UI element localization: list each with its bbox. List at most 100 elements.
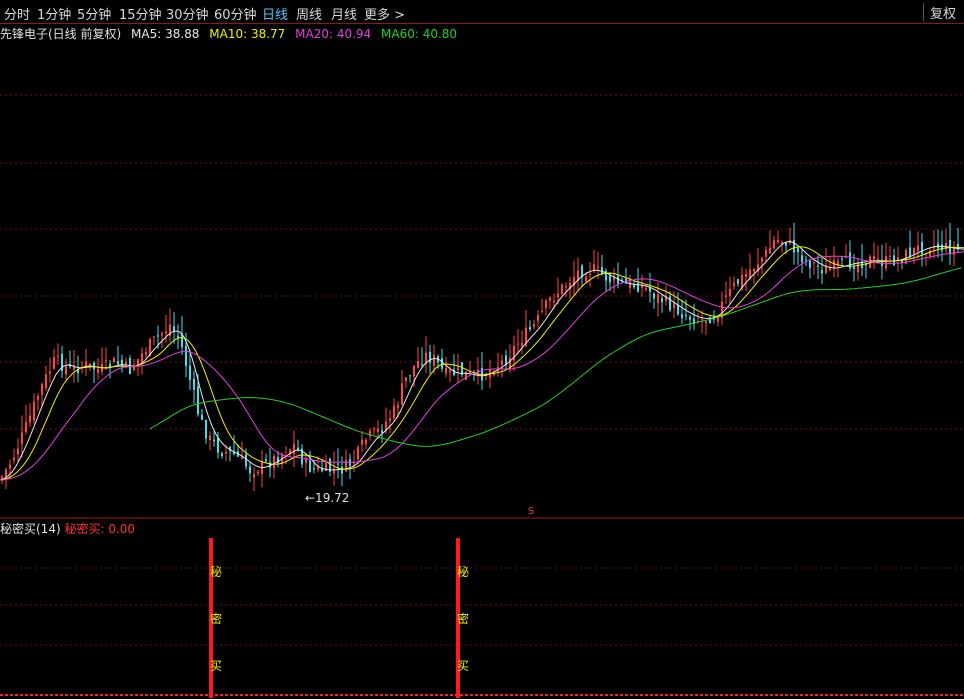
- candle-body: [669, 296, 671, 311]
- candle-body: [581, 265, 583, 277]
- candle-body: [165, 331, 167, 334]
- candle-body: [141, 353, 143, 362]
- candle-body: [421, 363, 423, 365]
- kline-chart[interactable]: [0, 0, 964, 699]
- candle-body: [629, 281, 631, 289]
- candle-body: [109, 363, 111, 367]
- candle-body: [85, 361, 87, 366]
- candle-body: [465, 371, 467, 380]
- candle-body: [293, 443, 295, 455]
- candle-body: [105, 360, 107, 362]
- candle-body: [529, 327, 531, 330]
- candle-body: [381, 430, 383, 433]
- candle-body: [401, 383, 403, 405]
- candle-body: [9, 464, 11, 469]
- candle-body: [253, 474, 255, 478]
- candle-body: [897, 257, 899, 261]
- candle-body: [541, 311, 543, 313]
- candle-body: [657, 293, 659, 303]
- candle-body: [737, 279, 739, 284]
- candle-body: [773, 240, 775, 249]
- indicator-title-line: 秘密买(14) 秘密买: 0.00: [0, 520, 135, 537]
- candle-body: [37, 395, 39, 400]
- candle-body: [13, 457, 15, 461]
- s-marker: S: [528, 506, 535, 517]
- candle-body: [517, 343, 519, 345]
- candle-body: [41, 383, 43, 395]
- candle-body: [633, 284, 635, 288]
- candle-body: [309, 460, 311, 472]
- candle-body: [189, 365, 191, 381]
- candle-body: [921, 241, 923, 255]
- candle-body: [265, 459, 267, 462]
- candle-body: [793, 239, 795, 253]
- candle-body: [197, 386, 199, 415]
- candle-body: [941, 244, 943, 251]
- candle-body: [761, 258, 763, 262]
- candle-body: [161, 333, 163, 336]
- candle-body: [25, 422, 27, 432]
- candle-body: [537, 315, 539, 321]
- candle-body: [685, 314, 687, 317]
- candle-body: [909, 247, 911, 258]
- candle-body: [177, 335, 179, 338]
- signal-char: 密: [457, 612, 470, 626]
- low-price-label: ←19.72: [305, 491, 350, 505]
- candle-body: [841, 258, 843, 260]
- candle-body: [733, 282, 735, 287]
- candle-body: [469, 372, 471, 374]
- candle-body: [433, 354, 435, 366]
- candle-body: [809, 261, 811, 268]
- candle-body: [193, 378, 195, 390]
- candle-body: [801, 255, 803, 263]
- candle-body: [17, 448, 19, 455]
- candle-body: [29, 415, 31, 423]
- candle-body: [797, 247, 799, 253]
- candle-body: [533, 324, 535, 328]
- candle-body: [341, 466, 343, 474]
- candle-body: [113, 357, 115, 363]
- candle-body: [241, 456, 243, 459]
- candle-body: [365, 439, 367, 445]
- signal-char: 秘: [457, 565, 470, 579]
- candle-body: [273, 455, 275, 469]
- candle-body: [853, 267, 855, 269]
- candle-body: [333, 468, 335, 474]
- candle-body: [441, 358, 443, 369]
- candle-body: [545, 300, 547, 308]
- candle-body: [209, 435, 211, 441]
- candle-body: [601, 267, 603, 275]
- candle-body: [157, 335, 159, 337]
- candle-body: [397, 404, 399, 408]
- candle-body: [585, 276, 587, 282]
- candle-body: [313, 468, 315, 470]
- candle-body: [553, 300, 555, 303]
- candle-body: [153, 336, 155, 338]
- candle-body: [705, 321, 707, 324]
- candle-body: [5, 469, 7, 477]
- candle-body: [817, 265, 819, 267]
- candle-body: [521, 342, 523, 346]
- candle-body: [21, 432, 23, 445]
- candle-body: [725, 295, 727, 298]
- candle-body: [777, 239, 779, 242]
- candle-body: [213, 439, 215, 442]
- candle-body: [681, 314, 683, 318]
- candle-body: [889, 255, 891, 257]
- candle-body: [501, 360, 503, 365]
- candle-body: [53, 356, 55, 369]
- candle-body: [205, 419, 207, 439]
- candle-body: [653, 293, 655, 299]
- candle-body: [357, 447, 359, 460]
- candle-body: [701, 319, 703, 321]
- candle-body: [45, 374, 47, 388]
- candle-body: [729, 288, 731, 296]
- candle-body: [829, 267, 831, 271]
- ma60-line: [149, 267, 963, 447]
- candle-body: [257, 471, 259, 474]
- candle-body: [753, 268, 755, 272]
- candle-body: [689, 316, 691, 320]
- candle-body: [673, 302, 675, 309]
- indicator-value: 秘密买: 0.00: [64, 522, 136, 536]
- candle-body: [877, 258, 879, 260]
